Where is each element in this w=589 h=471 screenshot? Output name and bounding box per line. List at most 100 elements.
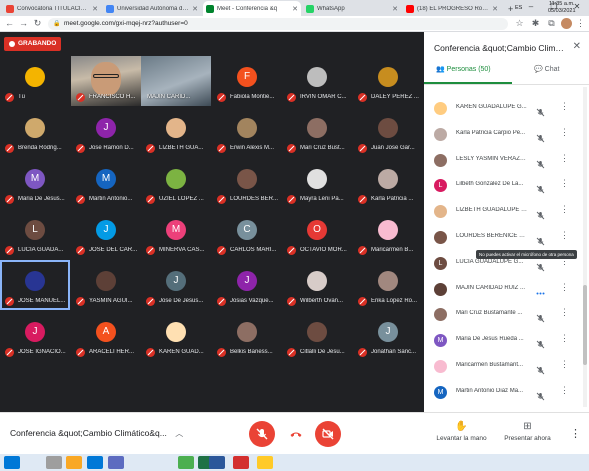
back-arrow-icon[interactable]: ←	[4, 18, 15, 29]
more-options-icon[interactable]: ⋮	[560, 178, 569, 189]
participant-tile[interactable]: F Fabiola Montie...	[212, 56, 282, 106]
participant-tile[interactable]: O OCTAVIO MOR...	[282, 209, 352, 259]
participant-tile[interactable]: DALEY PEREZ ...	[353, 56, 423, 106]
people-list-item[interactable]: M Maria De Jesus Rueda ... ⋮	[424, 328, 582, 354]
participant-tile[interactable]: LIZBETH GUA...	[141, 107, 211, 157]
start-icon[interactable]	[4, 456, 20, 469]
clock[interactable]: 11:35 a.m. 05/03/2021	[548, 1, 576, 15]
close-tab-icon[interactable]: ✕	[190, 5, 198, 13]
more-options-icon[interactable]: ⋮	[560, 230, 569, 241]
menu-dots-icon[interactable]: ⋮	[575, 18, 586, 29]
participant-tile[interactable]: LOURDES BER...	[212, 158, 282, 208]
participant-tile[interactable]: IRVIN OMAR C...	[282, 56, 352, 106]
mic-muted-icon[interactable]	[536, 259, 545, 272]
more-options-icon[interactable]: ⋮	[560, 204, 569, 215]
participant-tile[interactable]: Citlalli De Jesu...	[282, 311, 352, 361]
close-tab-icon[interactable]: ✕	[290, 5, 298, 13]
people-list-item[interactable]: MAJIN CARIDAD RUIZ ... ⋮	[424, 277, 582, 303]
people-list-item[interactable]: L Lilbeth Gonzalez De La... ⋮	[424, 173, 582, 199]
reload-icon[interactable]: ↻	[32, 18, 43, 29]
language-indicator[interactable]: ES	[515, 5, 522, 11]
tab-chat[interactable]: 💬 Chat	[534, 65, 559, 83]
browser-tab[interactable]: Convocatoria TITULACIÓN I ✕	[3, 1, 101, 16]
participant-tile[interactable]: J Jonathan Sanc...	[353, 311, 423, 361]
participant-tile[interactable]: Tú	[0, 56, 70, 106]
browser-tab[interactable]: (18) EL PROGRESO Roberto ✕	[403, 1, 501, 16]
close-tab-icon[interactable]: ✕	[390, 5, 398, 13]
mic-muted-icon[interactable]	[536, 336, 545, 349]
participant-tile[interactable]: YASMIN AGUI...	[71, 260, 141, 310]
speaking-indicator-icon[interactable]	[536, 285, 545, 295]
browser-tab[interactable]: Universidad Autónoma de G ✕	[103, 1, 201, 16]
participant-tile[interactable]: J Josias Vazque...	[212, 260, 282, 310]
participant-tile[interactable]: J JOSE IGNACIO...	[0, 311, 70, 361]
more-options-icon[interactable]: ⋮	[560, 282, 569, 293]
file-explorer-icon[interactable]	[66, 456, 82, 469]
more-options-icon[interactable]: ⋮	[560, 359, 569, 370]
address-bar[interactable]: 🔒 meet.google.com/gxi-mqej-nrz?authuser=…	[48, 18, 508, 30]
more-options-icon[interactable]: ⋮	[560, 101, 569, 112]
minimize-window-button[interactable]: –	[520, 0, 542, 14]
tab-people[interactable]: 👥 Personas (50)	[436, 65, 491, 83]
people-list-item[interactable]: M Martin Antonio Diaz Ma... ⋮	[424, 380, 582, 406]
participant-tile[interactable]: Mayra Leni Pa...	[282, 158, 352, 208]
meeting-details-button[interactable]: Conferencia &quot;Cambio Climático&q... …	[10, 428, 183, 439]
participant-tile[interactable]: JOSE MANUEL...	[0, 260, 70, 310]
people-list-item[interactable]: Mari Cruz Bustamante ... ⋮	[424, 302, 582, 328]
participant-tile[interactable]: Brenda Rodrig...	[0, 107, 70, 157]
more-options-icon[interactable]: ⋮	[560, 127, 569, 138]
participant-tile[interactable]: Erika Lopez Ro...	[353, 260, 423, 310]
people-list-item[interactable]: LOURDES BERENICE G... ⋮	[424, 225, 582, 251]
mic-muted-icon[interactable]	[536, 104, 545, 117]
puzzle-icon[interactable]: ⧉	[546, 18, 557, 29]
mic-muted-icon[interactable]	[536, 130, 545, 143]
profile-avatar[interactable]	[561, 18, 572, 29]
present-now-button[interactable]: ⊞ Presentar ahora	[500, 421, 555, 442]
participant-tile[interactable]: M MINERVA CAS...	[141, 209, 211, 259]
mic-muted-icon[interactable]	[536, 156, 545, 168]
participant-tile[interactable]: C CARLOS MARI...	[212, 209, 282, 259]
participant-tile[interactable]: UZIEL LOPEZ ...	[141, 158, 211, 208]
participant-tile[interactable]: J Jose De Jesus...	[141, 260, 211, 310]
participant-tile[interactable]: MAJIN CARID...	[141, 56, 211, 106]
close-tab-icon[interactable]: ✕	[90, 5, 98, 13]
people-list-item[interactable]: LESLY YASMIN VERAZA... ⋮	[424, 148, 582, 174]
people-list-item[interactable]: LIZBETH GUADALUPE C... ⋮	[424, 199, 582, 225]
camera-toggle-button[interactable]	[315, 421, 341, 447]
extensions-icon[interactable]: ✱	[530, 18, 541, 29]
people-list-item[interactable]: Maricarmen Bustamant... ⋮	[424, 354, 582, 380]
people-list-item[interactable]: Karla Patricia Carpio Pe... ⋮	[424, 122, 582, 148]
close-tab-icon[interactable]: ✕	[490, 5, 498, 13]
word-icon[interactable]	[209, 456, 225, 469]
mic-toggle-button[interactable]	[249, 421, 275, 447]
mic-muted-icon[interactable]	[536, 362, 545, 375]
star-icon[interactable]: ☆	[514, 18, 525, 29]
people-list-item[interactable]: KAREN GUADALUPE G... ⋮	[424, 96, 582, 122]
mic-muted-icon[interactable]	[536, 388, 545, 401]
chrome-icon[interactable]	[178, 456, 194, 469]
leave-call-button[interactable]	[283, 421, 309, 447]
participant-tile[interactable]: J Jose Ramon D...	[71, 107, 141, 157]
more-options-icon[interactable]: ⋮	[560, 333, 569, 344]
more-options-icon[interactable]: ⋮	[560, 385, 569, 396]
participant-tile[interactable]: Juan Jose Gar...	[353, 107, 423, 157]
participant-tile[interactable]: Belkis Baness...	[212, 311, 282, 361]
more-options-icon[interactable]: ⋮	[560, 307, 569, 318]
participant-tile[interactable]: Maricarmen B...	[353, 209, 423, 259]
participant-tile[interactable]: KAREN GUAD...	[141, 311, 211, 361]
participant-tile[interactable]: A ARACELI HER...	[71, 311, 141, 361]
browser-tab[interactable]: WhatsApp ✕	[303, 1, 401, 16]
close-icon[interactable]: ✕	[573, 41, 581, 52]
more-options-icon[interactable]: ⋮	[560, 153, 569, 164]
edge-icon[interactable]	[87, 456, 103, 469]
mic-muted-icon[interactable]	[536, 233, 545, 246]
browser-tab[interactable]: Meet - Conferencia &q ✕	[203, 1, 301, 16]
participant-tile[interactable]: M Martin Antonio...	[71, 158, 141, 208]
panel-scrollbar-thumb[interactable]	[583, 285, 587, 365]
paint-icon[interactable]	[257, 456, 273, 469]
participant-tile[interactable]: J JOSE DEL CAR...	[71, 209, 141, 259]
participant-tile[interactable]: Karla Patricia ...	[353, 158, 423, 208]
task-view-icon[interactable]	[46, 456, 62, 469]
forward-arrow-icon[interactable]: →	[18, 18, 29, 29]
store-icon[interactable]	[108, 456, 124, 469]
